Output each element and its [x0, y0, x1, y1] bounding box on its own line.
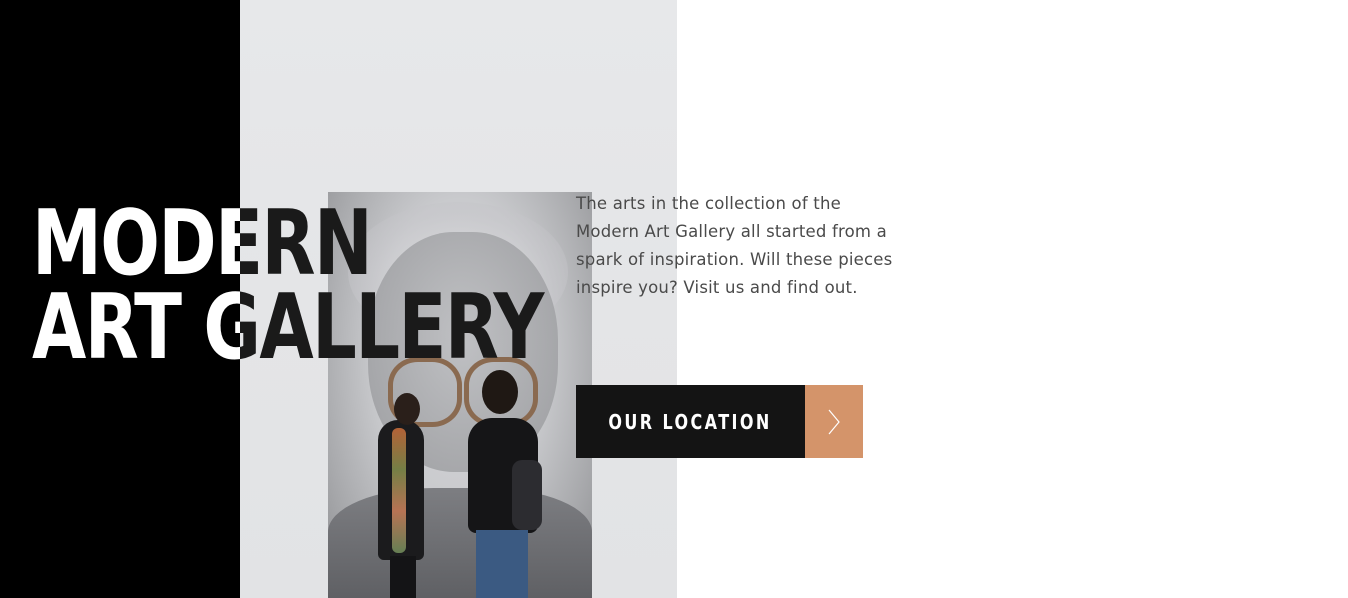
our-location-label[interactable]: OUR LOCATION [576, 385, 805, 458]
hero-title-line: MODERN [32, 191, 240, 296]
hero-title-line: MODERN [240, 191, 373, 296]
our-location-button[interactable]: OUR LOCATION [576, 385, 863, 458]
cta-label-text: OUR LOCATION [608, 409, 773, 434]
hero-title-line: ART GALLERY [240, 275, 544, 380]
hero-description: The arts in the collection of the Modern… [576, 194, 893, 297]
chevron-right-icon [828, 409, 840, 434]
chevron-right-icon[interactable] [805, 385, 863, 458]
hero-title-overlay: MODERN ART GALLERY [240, 191, 544, 380]
hero-title-line: ART GALLERY [32, 275, 240, 380]
hero-title: MODERN ART GALLERY [32, 191, 240, 380]
